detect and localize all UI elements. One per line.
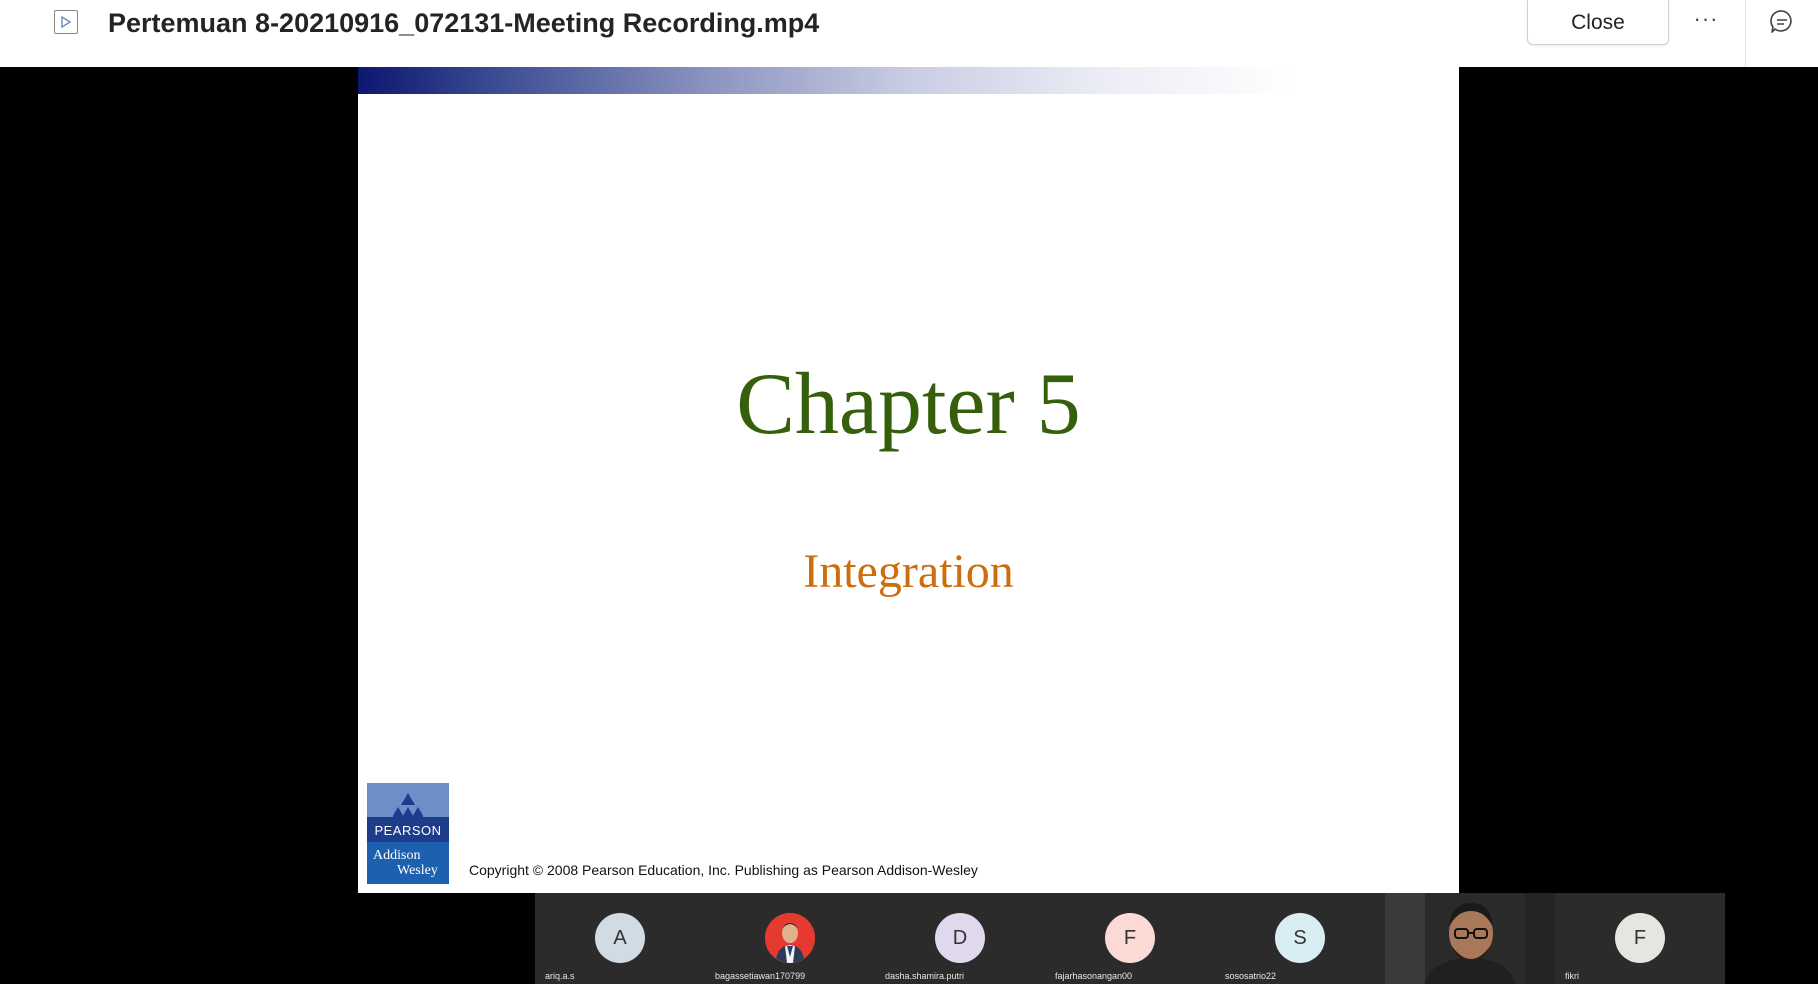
presentation-slide: Chapter 5 Integration PEARSON Addison We… [358, 67, 1459, 893]
participant-avatar: D [935, 913, 985, 963]
pearson-logo: PEARSON Addison Wesley [367, 783, 449, 884]
video-player[interactable]: Chapter 5 Integration PEARSON Addison We… [0, 67, 1818, 984]
participant-name: ariq.a.s [545, 971, 575, 981]
participant-name: bagassetiawan170799 [715, 971, 806, 981]
more-options-icon[interactable]: ··· [1688, 4, 1724, 40]
header-divider [1745, 0, 1746, 67]
participant-tile[interactable]: A ariq.a.s [535, 893, 705, 984]
viewer-header: Pertemuan 8-20210916_072131-Meeting Reco… [0, 0, 1818, 67]
participant-photo-avatar [765, 913, 815, 963]
video-file-icon [54, 10, 78, 34]
participant-avatar: F [1105, 913, 1155, 963]
participant-camera-feed[interactable] [1385, 893, 1555, 984]
close-button[interactable]: Close [1527, 0, 1669, 45]
participant-tile[interactable]: S sososatrio22 [1215, 893, 1385, 984]
file-title: Pertemuan 8-20210916_072131-Meeting Reco… [108, 8, 820, 38]
participant-tile[interactable]: D dasha.shamira.putri [875, 893, 1045, 984]
comment-icon[interactable] [1767, 7, 1797, 37]
participant-tile[interactable]: F fikri [1555, 893, 1725, 984]
participant-name: fikri [1565, 971, 1579, 981]
participant-tile[interactable]: F fajarhasonangan00 [1045, 893, 1215, 984]
participant-name: sososatrio22 [1225, 971, 1277, 981]
participant-avatar: S [1275, 913, 1325, 963]
slide-subtitle: Integration [803, 545, 1014, 598]
participant-strip: A ariq.a.s bagassetiawan170799 D dasha.s… [535, 893, 1726, 984]
participant-avatar: F [1615, 913, 1665, 963]
participant-avatar: A [595, 913, 645, 963]
slide-gradient-bar [358, 67, 1459, 94]
participant-name: fajarhasonangan00 [1055, 971, 1133, 981]
slide-copyright: Copyright © 2008 Pearson Education, Inc.… [469, 862, 978, 878]
slide-chapter-title: Chapter 5 [736, 356, 1081, 453]
participant-tile[interactable]: bagassetiawan170799 [705, 893, 875, 984]
participant-name: dasha.shamira.putri [885, 971, 965, 981]
